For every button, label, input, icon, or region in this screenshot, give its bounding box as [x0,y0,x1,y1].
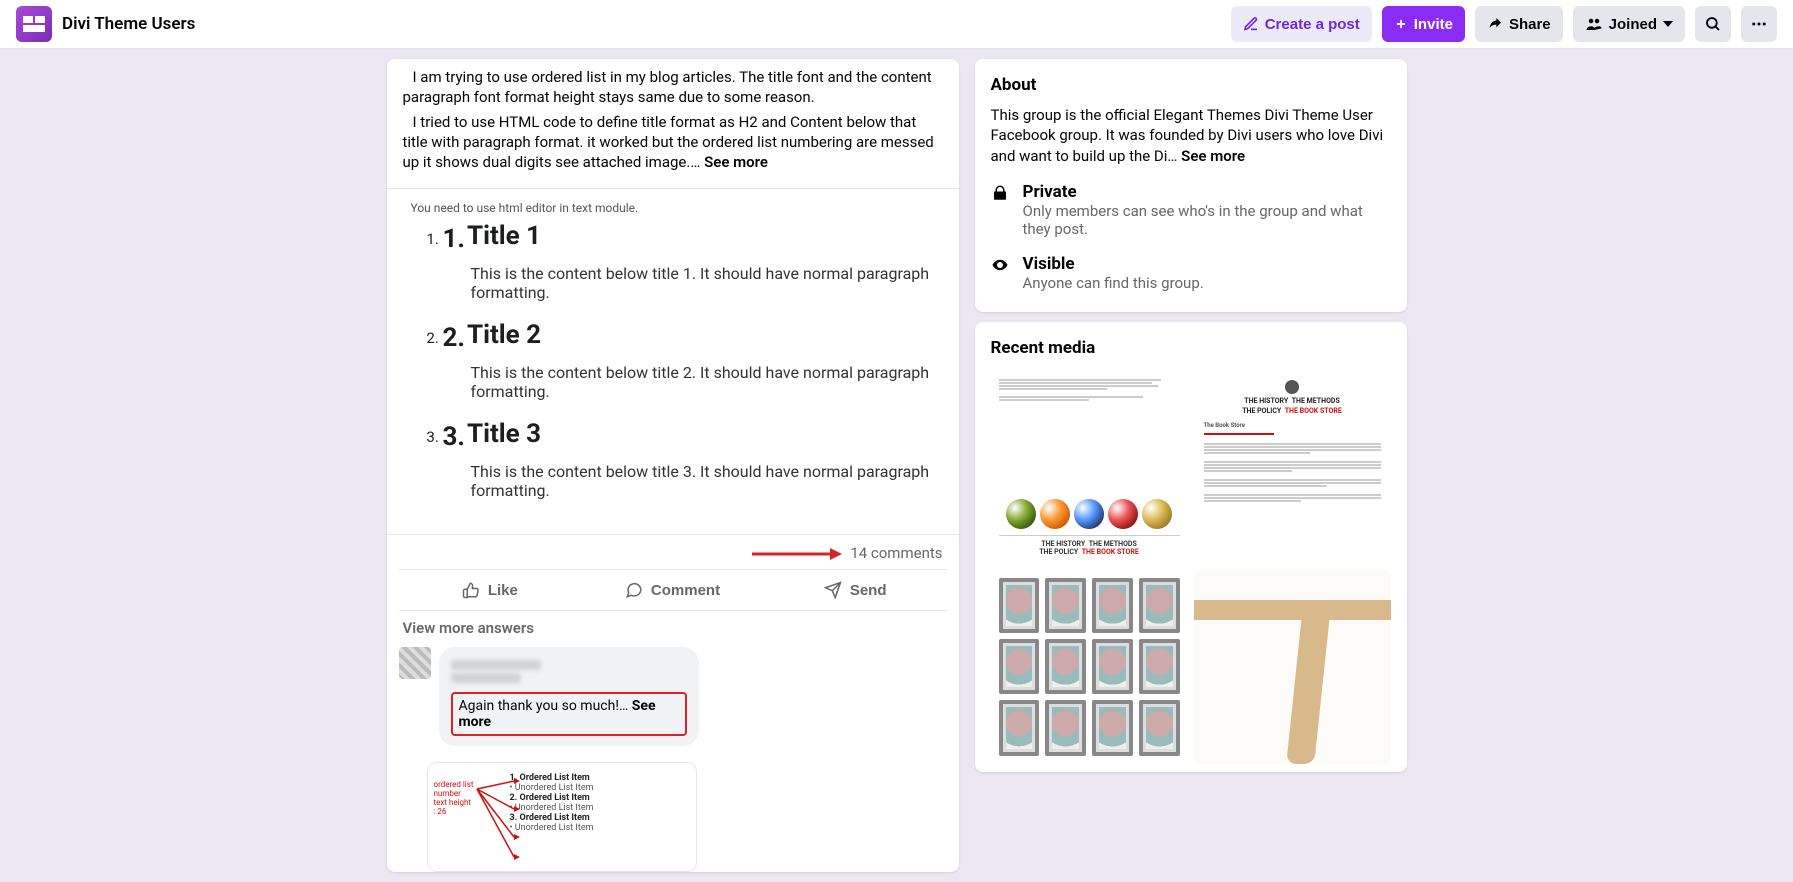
reply-row: Again thank you so much!… See more [387,643,959,756]
media-thumb[interactable]: THE HISTORY THE METHODS THE POLICY THE B… [991,370,1188,564]
search-icon [1704,15,1722,33]
recent-media-card: Recent media THE HISTORY THE METHODS THE… [975,322,1407,772]
redacted-sub [451,673,521,683]
annotation-arrows-icon [472,777,522,867]
like-icon [462,581,480,599]
reply-attach-lines: 1. Ordered List Item • Unordered List It… [510,773,686,833]
private-label: Private [1023,182,1391,202]
media-thumb[interactable] [1194,570,1391,764]
comment-button[interactable]: Comment [581,570,764,610]
send-button[interactable]: Send [764,570,947,610]
visible-sub: Anyone can find this group. [1023,274,1204,292]
group-avatar[interactable] [16,6,52,42]
media-heading: Recent media [991,338,1391,358]
chevron-down-icon [1663,21,1673,27]
comments-count-bar: 14 comments [387,534,959,569]
dots-icon [1750,15,1768,33]
annotation-arrow [403,543,843,563]
reply-bubble[interactable]: Again thank you so much!… See more [439,647,699,746]
invite-label: Invite [1414,16,1453,33]
compose-icon [1243,16,1259,32]
lock-icon [991,184,1011,206]
about-card: About This group is the official Elegant… [975,59,1407,312]
reply-highlight: Again thank you so much!… See more [451,692,687,736]
about-heading: About [991,75,1391,95]
share-icon [1487,16,1503,32]
post-actions: Like Comment Send [399,569,947,611]
attachment-list: 1.Title 1 This is the content below titl… [411,221,935,500]
create-post-button[interactable]: Create a post [1231,6,1372,42]
joined-button[interactable]: Joined [1573,6,1685,42]
top-bar: Divi Theme Users Create a post Invite Sh… [0,0,1793,49]
group-title[interactable]: Divi Theme Users [62,14,195,34]
media-grid: THE HISTORY THE METHODS THE POLICY THE B… [991,370,1391,764]
view-more-answers[interactable]: View more answers [387,611,959,643]
send-icon [824,581,842,599]
post-paragraph-2: I tried to use HTML code to define title… [403,112,943,173]
share-label: Share [1509,16,1551,33]
comments-count[interactable]: 14 comments [850,544,942,562]
post-attachment[interactable]: You need to use html editor in text modu… [387,188,959,534]
reply-avatar[interactable] [399,647,431,679]
media-thumb[interactable]: THE HISTORY THE METHODS THE POLICY THE B… [1194,370,1391,564]
reply-attachment[interactable]: ordered list number text height : 26 1. … [427,762,697,872]
like-button[interactable]: Like [399,570,582,610]
create-post-label: Create a post [1265,16,1360,33]
redacted-name [451,660,541,670]
media-thumb[interactable] [991,570,1188,764]
share-button[interactable]: Share [1475,6,1563,42]
content-wrap: I am trying to use ordered list in my bl… [377,49,1417,882]
privacy-row: Private Only members can see who's in th… [991,182,1391,238]
attachment-item: 2.Title 2 This is the content below titl… [443,320,935,401]
post-card: I am trying to use ordered list in my bl… [387,59,959,872]
sidebar-column: About This group is the official Elegant… [975,59,1407,782]
attachment-hint: You need to use html editor in text modu… [411,201,935,215]
group-icon [1585,15,1603,33]
post-body: I am trying to use ordered list in my bl… [387,59,959,188]
about-description: This group is the official Elegant Theme… [991,105,1391,166]
more-button[interactable] [1741,6,1777,42]
plus-icon [1394,17,1408,31]
search-button[interactable] [1695,6,1731,42]
invite-button[interactable]: Invite [1382,6,1465,42]
attachment-item: 3.Title 3 This is the content below titl… [443,419,935,500]
post-paragraph-1: I am trying to use ordered list in my bl… [403,67,943,108]
attachment-item: 1.Title 1 This is the content below titl… [443,221,935,302]
private-sub: Only members can see who's in the group … [1023,202,1391,238]
visible-label: Visible [1023,254,1204,274]
comment-icon [625,581,643,599]
joined-label: Joined [1609,16,1657,33]
main-column: I am trying to use ordered list in my bl… [387,59,959,882]
post-see-more[interactable]: See more [704,153,768,171]
visibility-row: Visible Anyone can find this group. [991,254,1391,292]
eye-icon [991,256,1011,278]
about-see-more[interactable]: See more [1181,147,1245,165]
